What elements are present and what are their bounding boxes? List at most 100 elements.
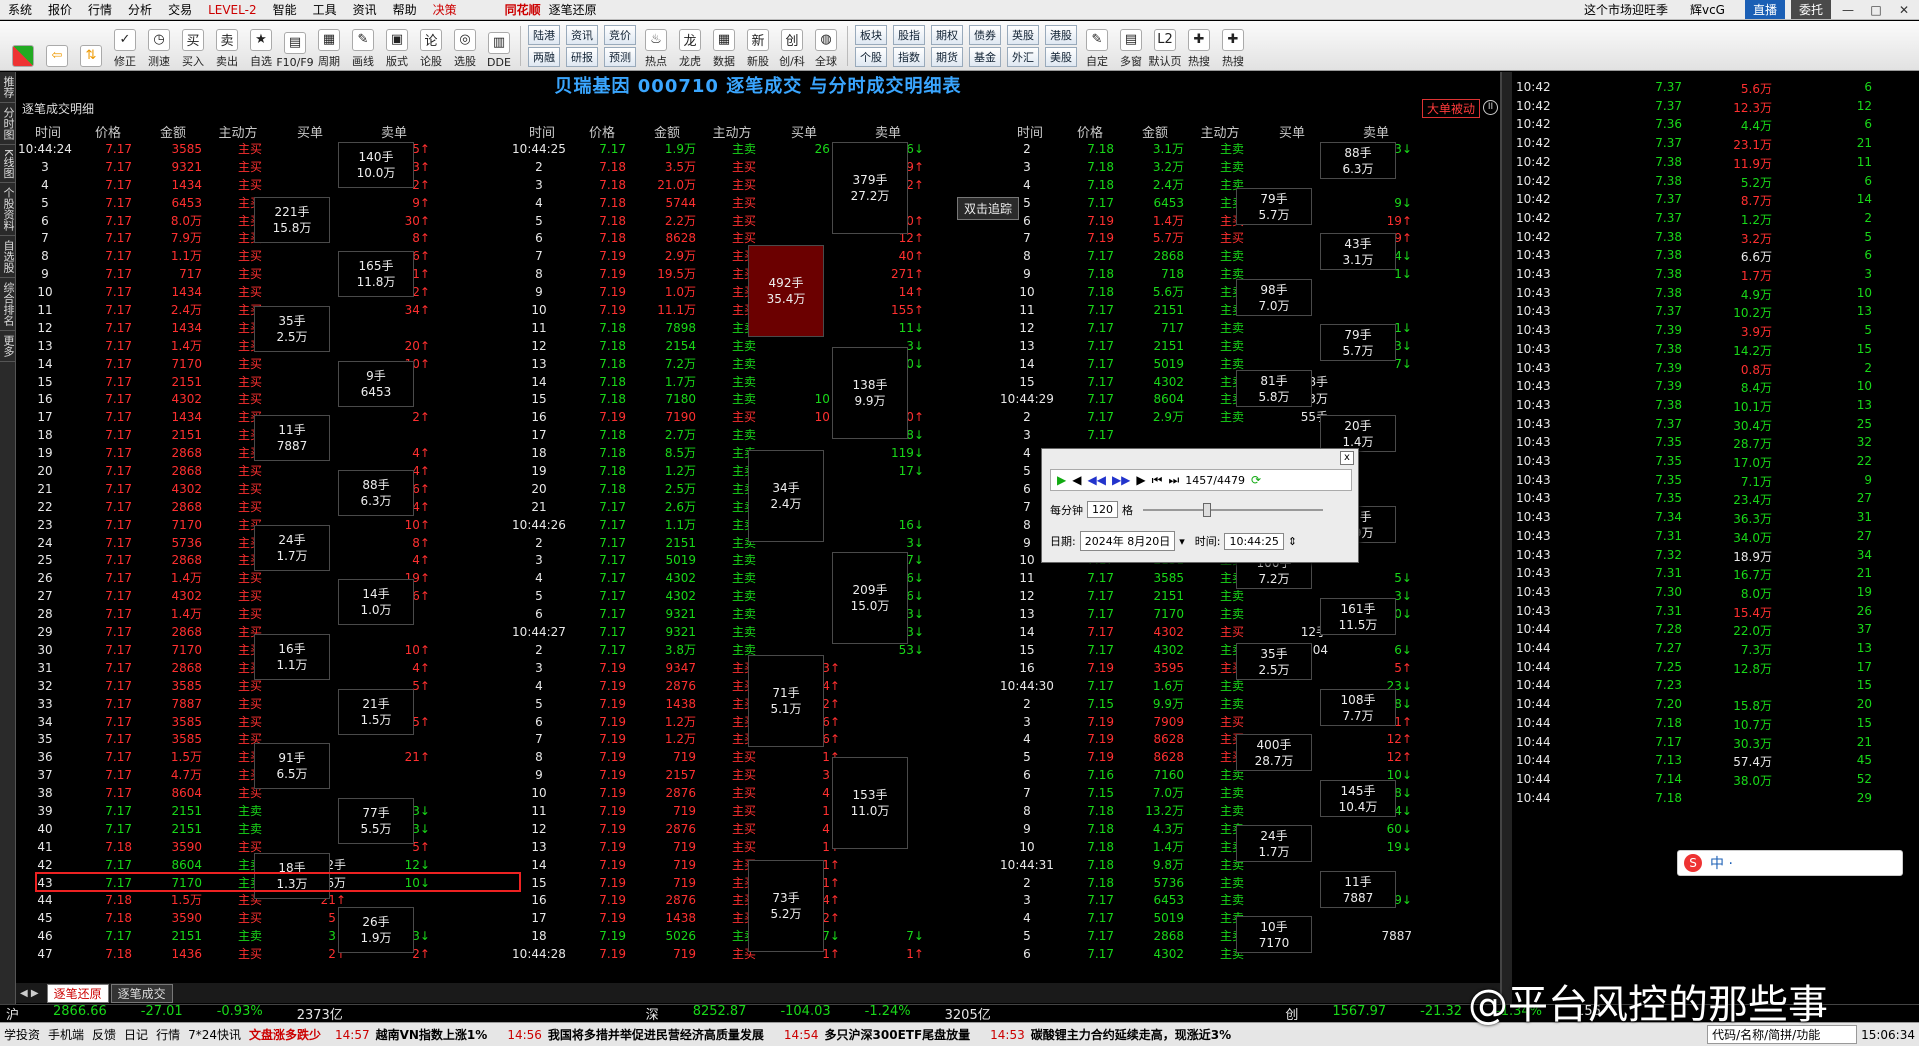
toolbar-mini-button[interactable]: 基金 — [969, 46, 1001, 67]
tape-row[interactable]: 2 7.18 3.1万 主卖 43↓ — [1000, 140, 1500, 158]
toolbar-mini-button[interactable]: 英股 — [1007, 24, 1039, 45]
step-forward-icon[interactable]: ▶ — [1136, 473, 1145, 487]
tape-row[interactable]: 97.192157主买3↑ — [512, 766, 996, 784]
minute-row[interactable]: 10:42 7.37 23.1万 21 — [1516, 136, 1919, 155]
toolbar-mini-button[interactable]: 板块 — [855, 24, 887, 45]
order-block[interactable]: 79手 5.7万 — [1236, 188, 1312, 225]
toolbar-mini-button[interactable]: 竞价 — [604, 24, 636, 45]
order-block[interactable]: 161手 11.5万 — [1320, 598, 1396, 635]
order-block[interactable]: 138手 9.9万 — [832, 347, 908, 439]
minute-row[interactable]: 10:44 7.20 15.8万 20 — [1516, 697, 1919, 716]
toolbar-button[interactable]: ★ 自选 — [244, 23, 278, 69]
toolbar-mini-button[interactable]: 债券 — [969, 24, 1001, 45]
minute-row[interactable]: 10:44 7.17 30.3万 21 — [1516, 735, 1919, 754]
tape-row[interactable]: 10:44:27 7.17 9321 主卖 13↓ — [512, 623, 996, 641]
toolbar-button[interactable]: ✎ 自定 — [1080, 23, 1114, 69]
tape-row[interactable]: 3 7.17 5019 主卖 7↓ — [512, 551, 996, 569]
news-item[interactable]: 14:53 碳酸锂主力合约延续走高，现涨近3% — [980, 1026, 1241, 1043]
minute-row[interactable]: 10:42 7.37 8.7万 14 — [1516, 192, 1919, 211]
toolbar-button[interactable]: ▤ F10/F9 — [276, 23, 314, 69]
tape-row[interactable]: 26 7.17 1.4万 主买 19↑ — [18, 569, 502, 587]
order-block[interactable]: 81手 5.8万 — [1236, 370, 1312, 407]
dock-tab[interactable]: 分时图 — [0, 103, 16, 145]
menu-item[interactable]: 行情 — [80, 1, 120, 18]
step-back-icon[interactable]: ◀ — [1072, 473, 1081, 487]
tape-row[interactable]: 27 7.17 4302 主买 6↑ — [18, 587, 502, 605]
minute-row[interactable]: 10:44 7.13 57.4万 45 — [1516, 753, 1919, 772]
pause-button[interactable]: II — [1483, 100, 1498, 115]
tape-row[interactable]: 4 7.18 5744 主买 — [512, 194, 996, 212]
first-icon[interactable]: ⏮ — [1152, 473, 1163, 488]
tape-row[interactable]: 9 7.17 717 主买 1↑ — [18, 265, 502, 283]
dock-tab[interactable]: 综合排名 — [0, 278, 16, 332]
minute-row[interactable]: 10:43 7.31 16.7万 21 — [1516, 566, 1919, 585]
toolbar-mini-button[interactable]: 预测 — [604, 46, 636, 67]
news-item[interactable]: 14:57 越南VN指数上涨1% — [325, 1026, 497, 1043]
tape-row[interactable]: 117.19719主买1↑ — [512, 802, 996, 820]
status-link[interactable]: 行情 — [152, 1026, 184, 1043]
menu-item[interactable]: 帮助 — [385, 1, 425, 18]
toolbar-mini-button[interactable]: 期货 — [931, 46, 963, 67]
big-order-toggle[interactable]: 大单被动 — [1421, 99, 1480, 118]
up-down-icon[interactable]: ⇅ — [74, 23, 108, 69]
tape-row[interactable]: 22 7.17 2868 主买 4↑ — [18, 498, 502, 516]
tape-row[interactable]: 14 7.17 7170 主买 10↑ — [18, 355, 502, 373]
tape-row[interactable]: 6 7.17 9321 主卖 13↓ — [512, 605, 996, 623]
scrollbar[interactable] — [1502, 72, 1512, 1010]
toolbar-mini-button[interactable]: 期权 — [931, 24, 963, 45]
tape-row[interactable]: 87.1813.2万主卖184↓ — [1000, 802, 1500, 820]
order-button[interactable]: 委托 — [1790, 0, 1831, 19]
order-block[interactable]: 21手 1.5万 — [338, 689, 414, 735]
toolbar-mini-button[interactable]: 美股 — [1045, 46, 1077, 67]
close-icon[interactable]: ✕ — [1893, 3, 1915, 17]
tape-row[interactable]: 7 7.15 7.0万 主卖 98↓ — [1000, 784, 1500, 802]
speed-input[interactable]: 120 — [1087, 501, 1118, 518]
tape-row[interactable]: 4 7.17 4302 主卖 6↓ — [512, 569, 996, 587]
toolbar-button[interactable]: ▣ 版式 — [380, 23, 414, 69]
tape-row[interactable]: 467.172151主卖3↓3↓ — [18, 927, 502, 945]
minute-row[interactable]: 10:43 7.31 15.4万 26 — [1516, 604, 1919, 623]
order-block[interactable]: 35手 2.5万 — [254, 306, 330, 352]
minute-row[interactable]: 10:43 7.31 34.0万 27 — [1516, 529, 1919, 548]
toolbar-button[interactable]: 卖卖出 — [210, 23, 244, 69]
minute-row[interactable]: 10:43 7.38 6.6万 6 — [1516, 248, 1919, 267]
minute-row[interactable]: 10:43 7.38 1.7万 3 — [1516, 267, 1919, 286]
tape-row[interactable]: 10:44:25 7.17 1.9万 主卖 26↓ 26↓ — [512, 140, 996, 158]
spinner-icon[interactable]: ⇕ — [1288, 535, 1297, 548]
news-item[interactable]: 14:54 多只沪深300ETF尾盘放量 — [774, 1026, 980, 1043]
tape-row[interactable]: 5 7.17 4302 主卖 6↓ — [512, 587, 996, 605]
tape-row[interactable]: 40 7.17 2151 主卖 3↓ — [18, 820, 502, 838]
minute-row[interactable]: 10:43 7.38 4.9万 10 — [1516, 286, 1919, 305]
order-block[interactable]: 98手 7.0万 — [1236, 279, 1312, 316]
minute-row[interactable]: 10:42 7.38 11.9万 11 — [1516, 155, 1919, 174]
tape-row[interactable]: 10 7.17 1434 主买 2↑ — [18, 283, 502, 301]
order-block[interactable]: 20手 1.4万 — [1320, 415, 1396, 452]
dock-tab[interactable]: 个股资料 — [0, 183, 16, 237]
minute-row[interactable]: 10:42 7.38 5.2万 6 — [1516, 174, 1919, 193]
play-icon[interactable]: ▶ — [1057, 473, 1066, 487]
back-icon[interactable]: ⇦ — [40, 23, 74, 69]
order-block[interactable]: 88手 6.3万 — [1320, 142, 1396, 179]
tape-row[interactable]: 20 7.17 2868 主买 4↑ — [18, 462, 502, 480]
tab-replay[interactable]: 逐笔还原 — [46, 983, 109, 1003]
index-item[interactable]: 深 8252.87 -104.03 -1.24% 3205亿 — [640, 1004, 1280, 1023]
minute-row[interactable]: 10:44 7.27 7.3万 13 — [1516, 641, 1919, 660]
tape-row[interactable]: 2 7.18 3.5万 主买 49↑ — [512, 158, 996, 176]
minute-row[interactable]: 10:43 7.38 14.2万 15 — [1516, 342, 1919, 361]
tape-row[interactable]: 12 7.17 2151 主卖 3↓ — [1000, 587, 1500, 605]
tape-row[interactable]: 16 7.17 4302 主买 — [18, 390, 502, 408]
minute-row[interactable]: 10:43 7.38 10.1万 13 — [1516, 398, 1919, 417]
tape-row[interactable]: 5 7.18 2.2万 主买 30↑ — [512, 212, 996, 230]
tab-trades[interactable]: 逐笔成交 — [110, 983, 173, 1003]
tape-row[interactable]: 33 7.17 7887 主买 — [18, 695, 502, 713]
order-block[interactable]: 379手 27.2万 — [832, 142, 908, 234]
tape-row[interactable]: 3 7.17 — [1000, 426, 1500, 444]
fast-forward-icon[interactable]: ▶▶ — [1112, 473, 1130, 487]
order-block[interactable]: 24手 1.7万 — [1236, 825, 1312, 862]
dock-tab[interactable]: 自选股 — [0, 236, 16, 279]
minute-row[interactable]: 10:42 7.37 5.6万 6 — [1516, 80, 1919, 99]
toolbar-button[interactable]: ✎ 画线 — [346, 23, 380, 69]
live-button[interactable]: 直播 — [1744, 0, 1785, 19]
toolbar-button[interactable]: ✚ 热搜 — [1182, 23, 1216, 69]
tape-row[interactable]: 137.19719主买1↑ — [512, 838, 996, 856]
